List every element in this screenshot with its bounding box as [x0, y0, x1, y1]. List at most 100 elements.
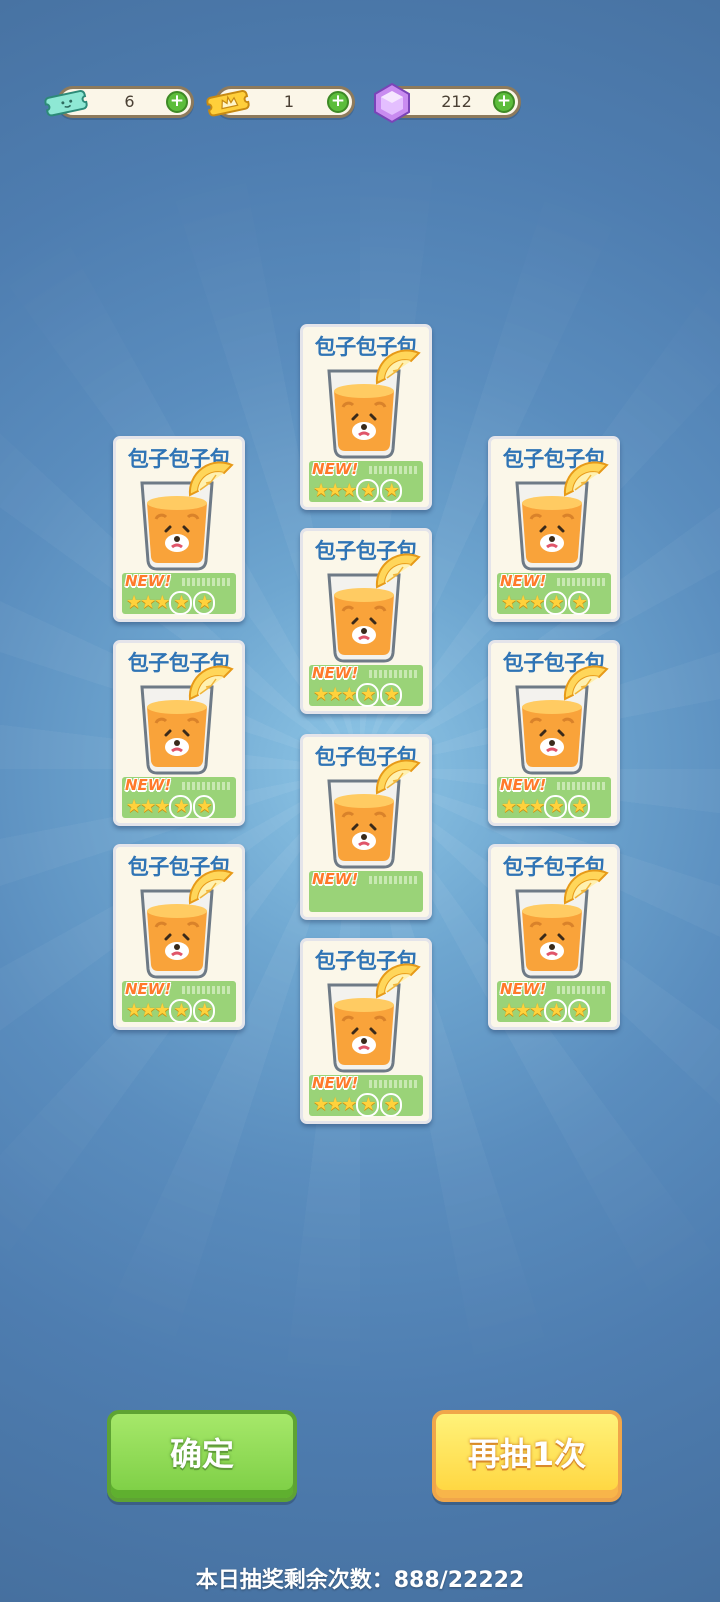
orange-juice-bear-icon: [503, 461, 611, 577]
star-icon: ★: [126, 592, 142, 613]
new-badge: NEW!: [312, 664, 359, 682]
add-gem-button[interactable]: +: [493, 91, 515, 113]
star-icon: ★: [567, 591, 590, 615]
card-rank-band: NEW! ★★★ ★ ★: [309, 664, 423, 707]
star-icon: ★: [544, 795, 567, 819]
remaining-draws-text: 本日抽奖剩余次数：888/22222: [195, 1568, 525, 1593]
reward-card[interactable]: 包子包子包 NEW! ★★★ ★ ★: [300, 938, 432, 1124]
new-badge: NEW!: [500, 980, 547, 998]
star-icon: ★: [192, 591, 215, 615]
star-icon: ★: [192, 999, 215, 1023]
new-badge: NEW!: [500, 776, 547, 794]
star-icon: ★: [169, 795, 192, 819]
card-rank-band: NEW! ★★★ ★ ★: [497, 572, 611, 615]
star-rating: ★★★ ★ ★: [501, 795, 590, 819]
rank-stripes: [369, 670, 419, 678]
star-icon: ★: [140, 796, 156, 817]
confirm-button[interactable]: 确定: [107, 1410, 297, 1502]
reward-card[interactable]: 包子包子包 NEW! ★★★ ★ ★: [113, 844, 245, 1030]
new-badge: NEW!: [312, 870, 359, 888]
ticket-count: 6: [124, 92, 135, 111]
star-icon: ★: [154, 592, 170, 613]
star-icon: ★: [327, 1094, 343, 1115]
card-rank-band: NEW! ★★★ ★ ★: [309, 460, 423, 503]
star-icon: ★: [327, 684, 343, 705]
star-icon: ★: [154, 1000, 170, 1021]
star-icon: ★: [544, 591, 567, 615]
star-icon: ★: [379, 479, 402, 503]
rank-stripes: [369, 1080, 419, 1088]
star-icon: ★: [140, 592, 156, 613]
orange-juice-bear-icon: [315, 553, 423, 669]
star-icon: ★: [356, 479, 379, 503]
orange-juice-bear-icon: [128, 869, 236, 985]
reward-card[interactable]: 包子包子包 NEW! ★★★ ★ ★: [113, 640, 245, 826]
draw-again-button[interactable]: 再抽1次: [432, 1410, 622, 1502]
add-ticket-button[interactable]: +: [166, 91, 188, 113]
card-rank-band: NEW! ★★★ ★ ★: [309, 1074, 423, 1117]
orange-juice-bear-icon: [503, 869, 611, 985]
star-rating: ★★★ ★ ★: [126, 591, 215, 615]
star-icon: ★: [192, 795, 215, 819]
star-rating: ★★★ ★ ★: [313, 1093, 402, 1117]
rank-stripes: [182, 782, 232, 790]
star-icon: ★: [169, 591, 192, 615]
star-icon: ★: [356, 683, 379, 707]
rank-stripes: [557, 578, 607, 586]
reward-card[interactable]: 包子包子包 NEW! ★★★ ★ ★: [300, 324, 432, 510]
new-badge: NEW!: [312, 1074, 359, 1092]
star-icon: ★: [379, 1093, 402, 1117]
star-icon: ★: [126, 1000, 142, 1021]
rank-stripes: [557, 986, 607, 994]
orange-juice-bear-icon: [128, 461, 236, 577]
reward-card[interactable]: 包子包子包 NEW!: [300, 734, 432, 920]
star-icon: ★: [379, 683, 402, 707]
vip-ticket-count: 1: [283, 92, 295, 111]
ticket-icon: [44, 90, 88, 117]
star-icon: ★: [529, 592, 545, 613]
new-badge: NEW!: [125, 980, 172, 998]
star-icon: ★: [140, 1000, 156, 1021]
star-icon: ★: [126, 796, 142, 817]
card-rank-band: NEW! ★★★ ★ ★: [122, 572, 236, 615]
star-icon: ★: [341, 1094, 357, 1115]
star-icon: ★: [327, 480, 343, 501]
orange-juice-bear-icon: [315, 963, 423, 1079]
star-icon: ★: [169, 999, 192, 1023]
reward-card[interactable]: 包子包子包 NEW! ★★★ ★ ★: [488, 844, 620, 1030]
star-icon: ★: [529, 1000, 545, 1021]
new-badge: NEW!: [125, 776, 172, 794]
star-icon: ★: [567, 795, 590, 819]
star-icon: ★: [501, 796, 517, 817]
orange-juice-bear-icon: [315, 759, 423, 875]
reward-card[interactable]: 包子包子包 NEW! ★★★ ★ ★: [488, 640, 620, 826]
orange-juice-bear-icon: [503, 665, 611, 781]
star-icon: ★: [501, 1000, 517, 1021]
gem-icon: [374, 82, 410, 124]
card-rank-band: NEW! ★★★ ★ ★: [122, 776, 236, 819]
star-icon: ★: [154, 796, 170, 817]
star-rating: ★★★ ★ ★: [313, 683, 402, 707]
rank-stripes: [369, 466, 419, 474]
new-badge: NEW!: [125, 572, 172, 590]
orange-juice-bear-icon: [128, 665, 236, 781]
star-icon: ★: [313, 480, 329, 501]
add-vip-ticket-button[interactable]: +: [327, 91, 349, 113]
new-badge: NEW!: [312, 460, 359, 478]
reward-card[interactable]: 包子包子包 NEW! ★★★ ★ ★: [488, 436, 620, 622]
star-icon: ★: [529, 796, 545, 817]
gem-count: 212: [441, 92, 472, 111]
card-rank-band: NEW! ★★★ ★ ★: [497, 980, 611, 1023]
orange-juice-bear-icon: [315, 349, 423, 465]
reward-card[interactable]: 包子包子包 NEW! ★★★ ★ ★: [300, 528, 432, 714]
reward-card[interactable]: 包子包子包 NEW! ★★★ ★ ★: [113, 436, 245, 622]
star-icon: ★: [544, 999, 567, 1023]
crown-ticket-icon: [206, 90, 250, 117]
star-rating: ★★★ ★ ★: [501, 591, 590, 615]
star-icon: ★: [356, 1093, 379, 1117]
star-rating: ★★★ ★ ★: [501, 999, 590, 1023]
rank-stripes: [369, 876, 419, 884]
card-rank-band: NEW! ★★★ ★ ★: [122, 980, 236, 1023]
card-rank-band: NEW!: [309, 870, 423, 912]
star-icon: ★: [313, 684, 329, 705]
